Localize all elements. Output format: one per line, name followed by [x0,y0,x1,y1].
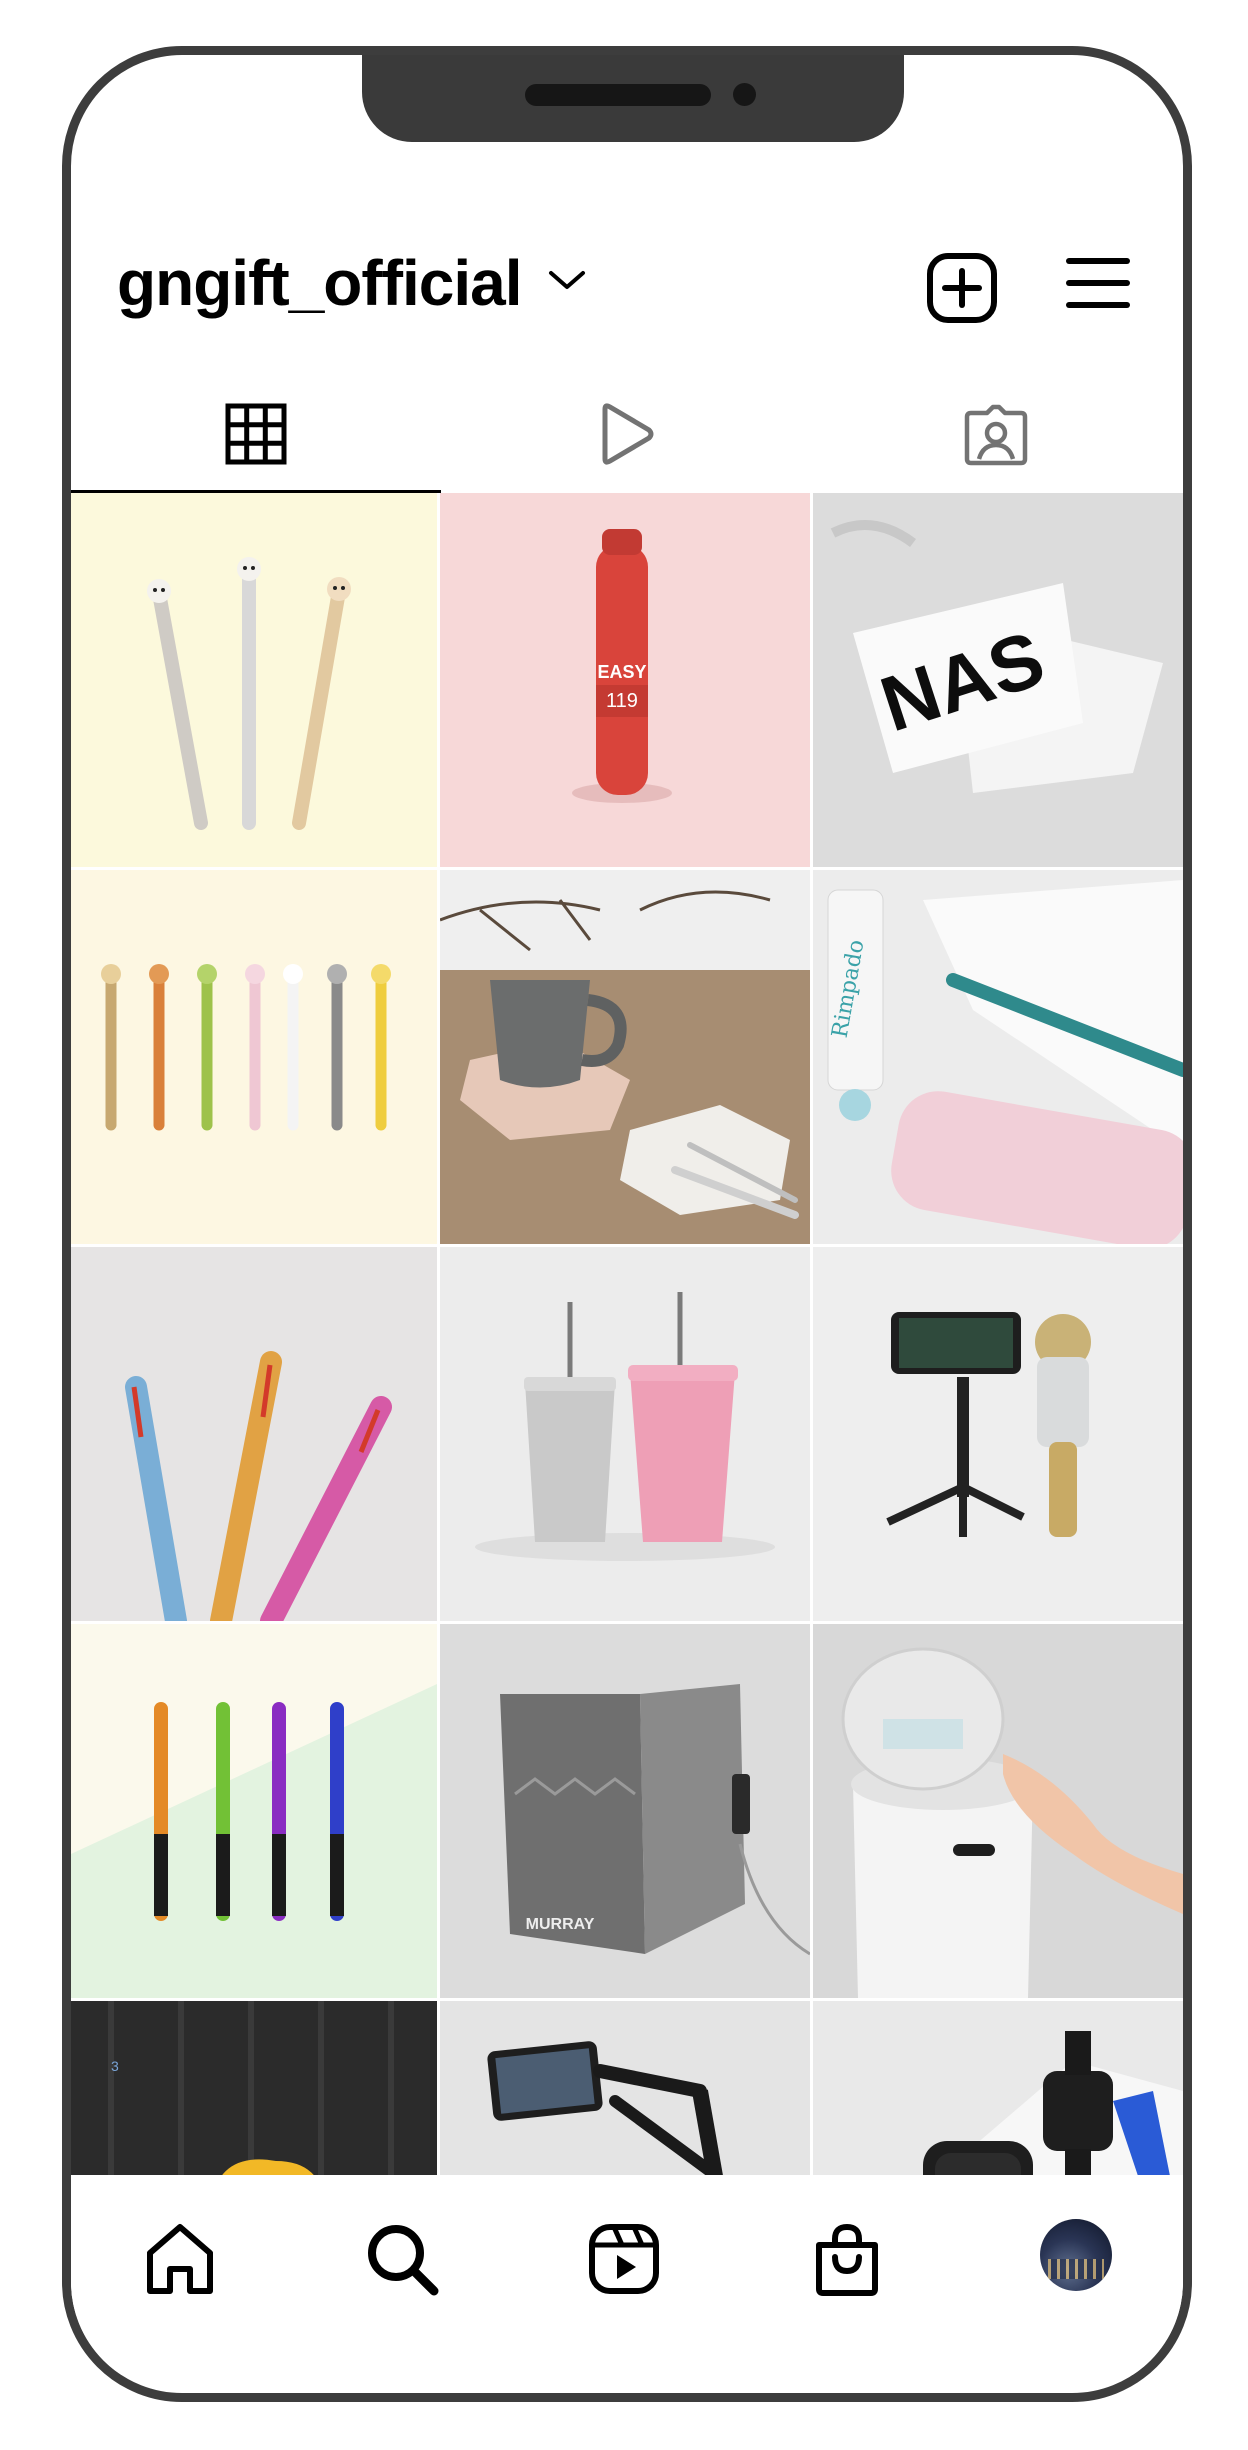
profile-header: gngift_official [71,205,1183,325]
post-thumbnail[interactable] [813,1247,1183,1621]
post-thumbnail[interactable] [71,493,437,867]
profile-username[interactable]: gngift_official [117,251,523,315]
svg-text:EASY: EASY [597,662,646,682]
tab-posts-grid[interactable] [71,375,441,493]
nav-home[interactable] [140,2219,220,2299]
grid-icon [225,403,287,465]
phone-notch [362,55,904,142]
tab-reels[interactable] [441,375,811,493]
post-thumbnail[interactable] [813,1624,1183,1998]
post-thumbnail[interactable]: Rimpado [813,870,1183,1244]
profile-tabs [71,375,1183,493]
plus-square-icon[interactable] [925,251,999,325]
post-thumbnail[interactable]: EASY 119 [440,493,810,867]
svg-text:119: 119 [606,690,638,712]
post-thumbnail[interactable] [440,870,810,1244]
chevron-down-icon[interactable] [547,267,587,293]
hamburger-menu-icon[interactable] [1065,255,1131,311]
post-thumbnail[interactable]: MURRAY [440,1624,810,1998]
nav-search[interactable] [362,2219,442,2299]
tagged-person-icon [964,404,1028,466]
post-thumbnail[interactable] [71,870,437,1244]
nav-shop[interactable] [807,2219,887,2299]
tab-tagged[interactable] [811,375,1181,493]
posts-grid: EASY 119 NAS Rimpado MURRAY 3 [71,493,1183,2223]
play-icon [602,403,654,465]
search-icon [368,2225,439,2296]
post-thumbnail[interactable] [71,1624,437,1998]
nav-reels[interactable] [584,2219,664,2299]
shopping-bag-icon [816,2223,878,2296]
profile-avatar[interactable] [1040,2219,1112,2291]
post-thumbnail[interactable]: NAS [813,493,1183,867]
home-icon [147,2224,213,2294]
post-thumbnail[interactable] [71,1247,437,1621]
phone-frame: gngift_official EASY 119 NAS Rimpado MUR… [62,46,1192,2402]
post-thumbnail[interactable] [440,1247,810,1621]
svg-text:MURRAY: MURRAY [526,1916,595,1933]
bottom-navigation [71,2175,1183,2375]
reels-icon [589,2224,659,2294]
svg-text:3: 3 [111,2058,119,2074]
front-camera [733,83,756,106]
speaker-grille [525,84,711,106]
